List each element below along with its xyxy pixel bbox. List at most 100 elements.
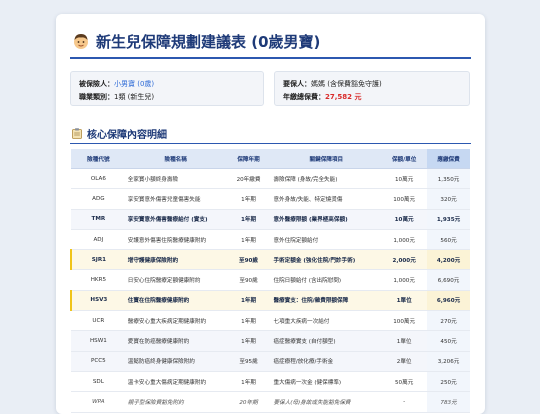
cell-term: 1年期 [225,310,272,332]
table-row: ADJ 安護意外傷害住院醫療健康附約 1年期 意外住院定額給付 1,000元 560元 [71,229,470,251]
cell-amount: 1,000元 [381,229,428,251]
cell-term: 1年期 [225,188,272,210]
annual-premium-label: 年繳總保費： [283,93,325,101]
cell-item: 壽險保障 (身故/完全失能) [271,168,382,190]
cell-amount: - [381,391,428,413]
cell-name: 溫卡安心重大傷病定期健康附約 [125,371,226,393]
column-header-code: 險種代號 [71,149,126,169]
insured-label: 被保險人： [79,80,114,88]
column-header-name: 險種名稱 [125,149,226,169]
policyholder-value: 媽媽 (含保費豁免守護) [311,80,382,88]
cell-name: 全家寶小額終身壽險 [125,168,226,190]
annual-premium-row: 年繳總保費：27,582 元 [283,91,461,104]
cell-code: PCC5 [71,351,126,372]
cell-code: WPA [71,391,126,413]
policyholder-row: 要保人：媽媽 (含保費豁免守護) [283,78,461,91]
cell-name: 親子型保險費豁免附約 [125,391,226,413]
table-row: HSW1 愛寶在防癌醫療健康附約 1年期 癌症醫療實支 (自付額型) 1單位 450元 [71,330,470,352]
page-title-text: 新生兒保障規劃建議表 (0歲男寶) [96,32,321,51]
cell-name: 增守護健康保險附約 [125,249,226,271]
cell-item: 要保人(母)身故或失能豁免保費 [271,391,382,413]
table-row: PCC5 溫懿防癌終身健康保險附約 至95歲 癌症療程/放化療/手術金 2單位 3,206… [71,351,470,372]
cell-amount: 2單位 [381,351,428,372]
cell-amount: 100萬元 [381,310,428,332]
cell-item: 醫療實支：住院/雜費限額保障 [271,290,382,312]
section-divider [70,143,471,144]
cell-name: 日安心住院醫療定額健康附約 [125,269,226,291]
cell-term: 1年期 [225,371,272,393]
table-header-row: 險種代號 險種名稱 保障年期 關鍵保障項目 保額/單位 應繳保費 [71,149,470,169]
cell-premium: 1,935元 [427,209,470,230]
cell-amount: 50萬元 [381,371,428,393]
cell-name: 愛寶在防癌醫療健康附約 [125,330,226,352]
cell-item: 意外醫療限額 (業界極高保額) [271,209,382,230]
column-header-amount: 保額/單位 [381,149,428,169]
cell-amount: 10萬元 [381,168,428,190]
cell-item: 癌症醫療實支 (自付額型) [271,330,382,352]
insured-row: 被保險人：小男寶 (0歲) [79,78,255,91]
cell-item: 意外身故/失能、特定燒燙傷 [271,188,382,210]
cell-code: SDL [71,371,126,393]
cell-premium: 450元 [427,330,470,352]
cell-item: 七項重大疾病一次給付 [271,310,382,332]
cell-premium: 1,350元 [427,168,470,190]
cell-term: 1年期 [225,229,272,251]
cell-premium: 783元 [427,391,470,413]
cell-item: 意外住院定額給付 [271,229,382,251]
cell-amount: 1單位 [381,330,428,352]
column-header-item: 關鍵保障項目 [271,149,382,169]
annual-premium-value: 27,582 元 [325,93,362,101]
cell-amount: 100萬元 [381,188,428,210]
cell-code: HSW1 [71,330,126,352]
cell-term: 20年繳費 [225,168,272,190]
cell-item: 手術定額金 (強化住院/門診手術) [271,249,382,271]
table-row: UCR 醫療安心重大疾病定期健康附約 1年期 七項重大疾病一次給付 100萬元 270元 [71,310,470,332]
cell-term: 至90歲 [225,269,272,291]
cell-code: ADJ [71,229,126,251]
cell-term: 至95歲 [225,351,272,372]
cell-premium: 250元 [427,371,470,393]
cell-code: UCR [71,310,126,332]
column-header-term: 保障年期 [225,149,272,169]
cell-code: ADG [71,188,126,210]
table-body: OLA6 全家寶小額終身壽險 20年繳費 壽險保障 (身故/完全失能) 10萬元 1,35… [70,168,470,413]
policyholder-info-box: 要保人：媽媽 (含保費豁免守護) 年繳總保費：27,582 元 [274,71,470,106]
section-heading: 核心保障內容明細 [72,126,167,141]
cell-amount: 10萬元 [381,209,428,230]
cell-premium: 560元 [427,229,470,251]
table-row: ADG 享安寶意外傷害兒童傷害失能 1年期 意外身故/失能、特定燒燙傷 100萬元 320… [71,188,470,210]
cell-name: 住寶在住院醫療健康附約 [125,290,226,312]
cell-premium: 6,960元 [427,290,470,312]
table-row: HKR5 日安心住院醫療定額健康附約 至90歲 住院日額給付 (含出院慰問) 1,000… [71,269,470,291]
insured-value: 小男寶 (0歲) [114,80,155,88]
table-row: SJR1 增守護健康保險附約 至90歲 手術定額金 (強化住院/門診手術) 2,000元… [70,249,470,271]
cell-name: 醫療安心重大疾病定期健康附約 [125,310,226,332]
cell-item: 住院日額給付 (含出院慰問) [271,269,382,291]
cell-premium: 6,690元 [427,269,470,291]
cell-code: SJR1 [70,249,126,271]
cell-item: 重大傷病一次金 (健保標準) [271,371,382,393]
column-header-premium: 應繳保費 [427,149,470,169]
cell-name: 享安寶意外傷害醫療給付 (實支) [125,209,226,230]
cell-amount: 1單位 [381,290,428,312]
title-divider [70,57,471,59]
cell-term: 1年期 [225,209,272,230]
table-row: SDL 溫卡安心重大傷病定期健康附約 1年期 重大傷病一次金 (健保標準) 50萬元 25… [71,371,470,393]
coverage-table: 險種代號 險種名稱 保障年期 關鍵保障項目 保額/單位 應繳保費 OLA6 全家寶… [70,149,470,413]
cell-name: 安護意外傷害住院醫療健康附約 [125,229,226,251]
cell-term: 1年期 [225,330,272,352]
cell-code: OLA6 [71,168,126,190]
occupation-label: 職業類別： [79,93,114,101]
table-row: WPA 親子型保險費豁免附約 20年期 要保人(母)身故或失能豁免保費 -783元 [71,391,470,413]
cell-name: 溫懿防癌終身健康保險附約 [125,351,226,372]
section-title: 核心保障內容明細 [87,130,167,141]
table-row: HSV3 住寶在住院醫療健康附約 1年期 醫療實支：住院/雜費限額保障 1單位 6,960… [70,290,470,312]
cell-amount: 2,000元 [381,249,428,271]
cell-name: 享安寶意外傷害兒童傷害失能 [125,188,226,210]
cell-amount: 1,000元 [381,269,428,291]
cell-code: TMR [71,209,126,230]
plan-card: 新生兒保障規劃建議表 (0歲男寶) 被保險人：小男寶 (0歲) 職業類別：1類 … [56,14,485,414]
cell-premium: 3,206元 [427,351,470,372]
cell-term: 1年期 [225,290,272,312]
cell-term: 至90歲 [225,249,272,271]
